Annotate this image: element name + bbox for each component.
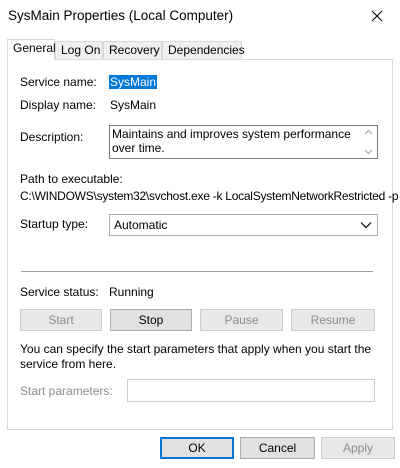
close-icon	[371, 10, 383, 22]
start-params-label: Start parameters:	[20, 384, 113, 398]
cancel-button[interactable]: Cancel	[240, 437, 315, 459]
scroll-up-icon[interactable]	[364, 128, 373, 137]
start-button[interactable]: Start	[20, 309, 102, 331]
title-bar: SysMain Properties (Local Computer)	[0, 0, 400, 32]
display-name-value[interactable]: SysMain	[110, 98, 156, 112]
start-params-note: You can specify the start parameters tha…	[20, 342, 372, 371]
service-name-value[interactable]: SysMain	[109, 75, 158, 89]
startup-type-label: Startup type:	[20, 217, 89, 231]
display-name-label: Display name:	[20, 98, 97, 112]
service-name-text: SysMain	[109, 75, 158, 89]
divider	[21, 271, 373, 272]
close-button[interactable]	[354, 0, 400, 32]
general-panel: Service name: SysMain Display name: SysM…	[7, 59, 399, 430]
description-text: Maintains and improves system performanc…	[112, 127, 351, 155]
resume-button[interactable]: Resume	[291, 309, 375, 331]
startup-type-value: Automatic	[114, 218, 168, 232]
tab-bar: General Log On Recovery Dependencies	[7, 39, 393, 61]
startup-type-select[interactable]: Automatic	[109, 214, 378, 236]
description-scrollbar[interactable]	[360, 126, 377, 158]
chevron-down-icon	[360, 222, 372, 229]
ok-button[interactable]: OK	[160, 437, 234, 459]
service-status-value: Running	[109, 285, 154, 299]
tab-recovery[interactable]: Recovery	[103, 41, 162, 60]
dialog-footer: OK Cancel Apply	[0, 430, 400, 468]
service-name-label: Service name:	[20, 75, 97, 89]
path-value[interactable]: C:\WINDOWS\system32\svchost.exe -k Local…	[20, 189, 399, 203]
stop-button[interactable]: Stop	[110, 309, 192, 331]
description-field[interactable]: Maintains and improves system performanc…	[109, 125, 378, 159]
apply-button[interactable]: Apply	[321, 437, 395, 459]
path-label: Path to executable:	[20, 172, 123, 186]
start-params-input[interactable]	[127, 379, 375, 402]
service-status-label: Service status:	[20, 285, 99, 299]
window-title: SysMain Properties (Local Computer)	[8, 8, 234, 23]
description-label: Description:	[20, 130, 84, 144]
tab-dependencies[interactable]: Dependencies	[162, 41, 245, 60]
scroll-down-icon[interactable]	[364, 147, 373, 156]
tab-log-on[interactable]: Log On	[55, 41, 103, 60]
pause-button[interactable]: Pause	[200, 309, 283, 331]
tab-general[interactable]: General	[7, 39, 56, 61]
